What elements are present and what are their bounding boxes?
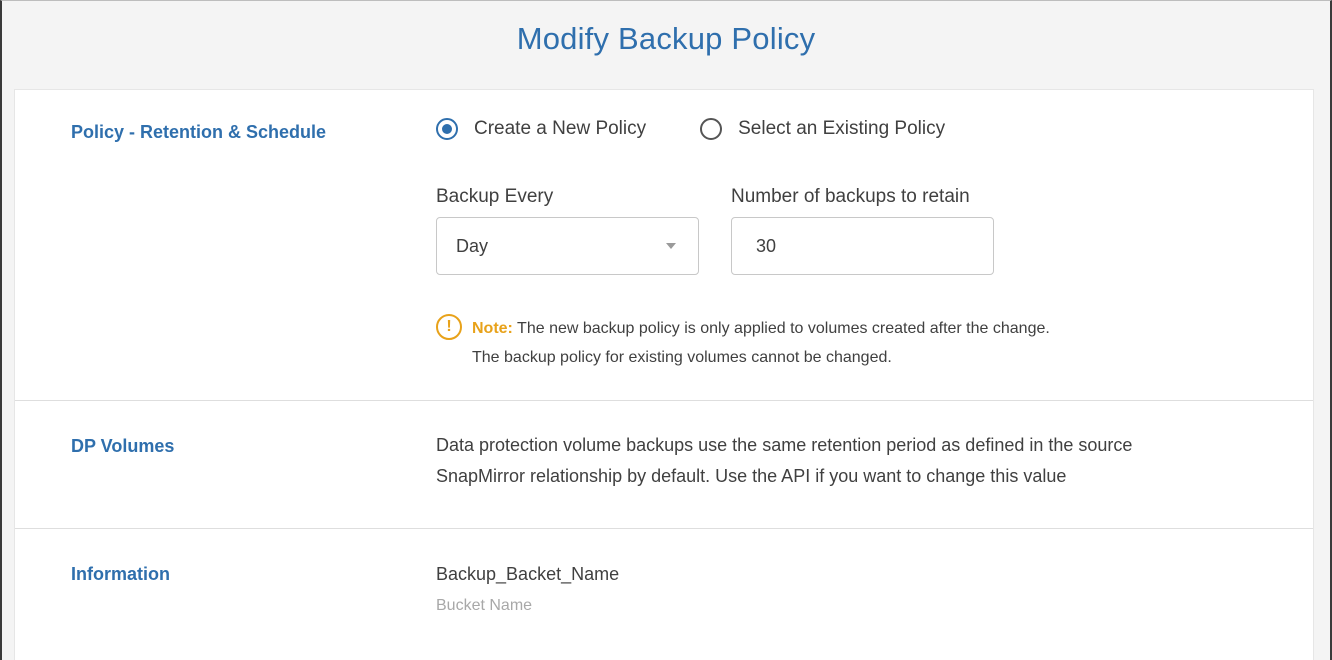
policy-note: ! Note: The new backup policy is only ap… bbox=[436, 314, 1050, 372]
policy-radio-group: Create a New Policy Select an Existing P… bbox=[436, 118, 945, 140]
retain-count-label: Number of backups to retain bbox=[731, 186, 970, 207]
create-new-policy-label: Create a New Policy bbox=[474, 118, 647, 139]
dp-volumes-section: DP Volumes Data protection volume backup… bbox=[15, 401, 1313, 529]
note-line-1-text: The new backup policy is only applied to… bbox=[512, 320, 1050, 337]
note-text: Note: The new backup policy is only appl… bbox=[472, 314, 1050, 372]
select-existing-policy-radio[interactable]: Select an Existing Policy bbox=[700, 118, 945, 140]
dialog-title: Modify Backup Policy bbox=[516, 21, 816, 56]
information-section: Information Backup_Backet_Name Bucket Na… bbox=[15, 529, 1313, 660]
warning-icon: ! bbox=[436, 314, 462, 340]
radio-dot-icon bbox=[442, 124, 452, 134]
note-line-2: The backup policy for existing volumes c… bbox=[472, 349, 892, 366]
dialog-frame: Modify Backup Policy Policy - Retention … bbox=[0, 0, 1332, 660]
select-existing-policy-label: Select an Existing Policy bbox=[738, 118, 946, 139]
bucket-name-value: Backup_Backet_Name bbox=[436, 564, 620, 584]
dp-volumes-line-1: Data protection volume backups use the s… bbox=[436, 435, 1133, 455]
bucket-name-caption: Bucket Name bbox=[436, 597, 533, 614]
backup-every-value: Day bbox=[456, 235, 489, 256]
retain-count-input[interactable] bbox=[731, 217, 994, 275]
note-prefix: Note: bbox=[472, 320, 513, 337]
dp-volumes-line-2: SnapMirror relationship by default. Use … bbox=[436, 466, 1067, 486]
dp-volumes-label: DP Volumes bbox=[71, 436, 175, 456]
dp-volumes-description: Data protection volume backups use the s… bbox=[436, 430, 1296, 492]
note-line-1: Note: The new backup policy is only appl… bbox=[472, 314, 1050, 343]
information-label: Information bbox=[71, 564, 170, 584]
backup-every-select[interactable]: Day bbox=[436, 217, 699, 275]
policy-card: Policy - Retention & Schedule Create a N… bbox=[14, 89, 1314, 660]
create-new-policy-radio[interactable]: Create a New Policy bbox=[436, 118, 646, 140]
policy-section-label: Policy - Retention & Schedule bbox=[71, 122, 327, 142]
radio-unchecked-icon[interactable] bbox=[700, 118, 723, 140]
chevron-down-icon[interactable] bbox=[666, 243, 676, 249]
policy-section: Policy - Retention & Schedule Create a N… bbox=[15, 90, 1313, 401]
backup-every-label: Backup Every bbox=[436, 186, 554, 207]
radio-checked-icon[interactable] bbox=[436, 118, 458, 140]
